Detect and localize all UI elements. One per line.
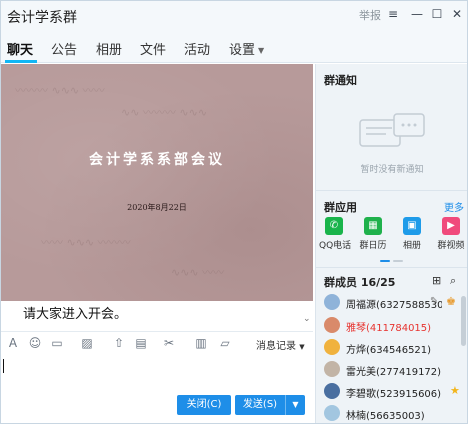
edit-icon[interactable]: ✎ bbox=[430, 296, 438, 307]
members-title: 群成员 16/25 bbox=[324, 276, 396, 289]
member-list-scrollbar[interactable] bbox=[461, 296, 466, 346]
close-icon[interactable]: ✕ bbox=[449, 6, 465, 22]
app-label: 群视频 bbox=[437, 241, 465, 251]
calligraphy-texture: ∿∿∿ 〰〰 bbox=[171, 266, 225, 279]
avatar bbox=[324, 294, 340, 310]
tab-chat[interactable]: 聊天 bbox=[7, 39, 33, 58]
page-indicator[interactable] bbox=[393, 260, 403, 262]
message-history-button[interactable]: 消息记录 ▼ bbox=[256, 337, 305, 352]
member-row[interactable]: 李碧歌(523915606) ★ bbox=[324, 383, 464, 403]
text-cursor bbox=[3, 359, 4, 373]
owner-icon: ♚ bbox=[446, 295, 456, 308]
emoji-icon[interactable]: ☺ bbox=[27, 335, 43, 351]
maximize-icon[interactable]: ☐ bbox=[429, 6, 445, 22]
active-tab-indicator bbox=[5, 60, 37, 63]
banner-title: 会计学系系部会议 bbox=[89, 152, 225, 168]
title-bar: 会计学系群 举报 ≡ — ☐ ✕ bbox=[1, 1, 467, 29]
group-chat-window: 会计学系群 举报 ≡ — ☐ ✕ 聊天 公告 相册 文件 活动 设置 ▼ 〰〰〰 … bbox=[0, 0, 468, 424]
archive-icon[interactable]: ▥ bbox=[193, 335, 209, 351]
message-history-label: 消息记录 bbox=[256, 341, 296, 352]
member-row[interactable]: 林楠(56635003) bbox=[324, 405, 464, 423]
member-name: 李碧歌(523915606) bbox=[346, 389, 442, 400]
chat-message: 请大家进入开会。 bbox=[23, 307, 128, 322]
member-row[interactable]: 雷光美(277419172) bbox=[324, 361, 464, 381]
minimize-icon[interactable]: — bbox=[409, 6, 425, 22]
gif-icon[interactable]: ▭ bbox=[49, 335, 65, 351]
avatar bbox=[324, 361, 340, 377]
app-label: QQ电话 bbox=[319, 241, 352, 251]
video-icon: ▶ bbox=[442, 217, 460, 235]
tab-settings[interactable]: 设置 ▼ bbox=[229, 39, 264, 58]
member-row[interactable]: 周福源(6327588530 ✎ ♚ bbox=[324, 294, 464, 314]
menu-icon[interactable]: ≡ bbox=[385, 6, 401, 22]
tab-activity[interactable]: 活动 bbox=[184, 39, 210, 58]
avatar bbox=[324, 317, 340, 333]
member-name: 林楠(56635003) bbox=[346, 411, 425, 422]
font-icon[interactable]: A bbox=[5, 335, 21, 351]
member-row[interactable]: 雅琴(411784015) bbox=[324, 317, 464, 337]
app-label: 相册 bbox=[402, 241, 421, 251]
search-icon[interactable]: ⌕ bbox=[450, 274, 456, 288]
banner-date: 2020年8月22日 bbox=[127, 203, 187, 212]
app-video[interactable]: ▶ 群视频 bbox=[436, 217, 466, 251]
more-apps-link[interactable]: 更多 bbox=[444, 199, 464, 214]
more-tools-icon[interactable]: ▱ bbox=[217, 335, 233, 351]
app-label: 群日历 bbox=[359, 241, 387, 251]
group-notice-title: 群通知 bbox=[324, 74, 357, 87]
close-button[interactable]: 关闭(C) bbox=[177, 395, 231, 415]
calligraphy-texture: 〰〰〰 ∿∿∿ 〰〰 bbox=[15, 84, 105, 97]
app-calendar[interactable]: ▦ 群日历 bbox=[358, 217, 388, 251]
tab-files[interactable]: 文件 bbox=[140, 39, 166, 58]
star-icon: ★ bbox=[450, 384, 460, 397]
chevron-down-icon: ▼ bbox=[292, 400, 299, 409]
tab-album[interactable]: 相册 bbox=[96, 39, 122, 58]
tab-notice[interactable]: 公告 bbox=[51, 39, 77, 58]
divider bbox=[316, 190, 467, 191]
page-indicator-active[interactable] bbox=[380, 260, 390, 262]
empty-notice-illustration bbox=[359, 113, 425, 147]
meeting-notice-image[interactable]: 〰〰〰 ∿∿∿ 〰〰 ∿∿ 〰〰〰 ∿∿∿ 〰〰 ∿∿∿ 〰〰〰 ∿∿∿ 〰〰 … bbox=[1, 64, 313, 301]
avatar bbox=[324, 383, 340, 399]
avatar bbox=[324, 405, 340, 421]
member-name: 周福源(6327588530 bbox=[346, 300, 442, 311]
photo-icon: ▣ bbox=[403, 217, 421, 235]
tab-bar: 聊天 公告 相册 文件 活动 设置 ▼ bbox=[1, 29, 467, 63]
app-qq-call[interactable]: ✆ QQ电话 bbox=[319, 217, 352, 251]
upload-icon[interactable]: ⇧ bbox=[111, 335, 127, 351]
image-icon[interactable]: ▨ bbox=[79, 335, 95, 351]
member-row[interactable]: 方烨(634546521) bbox=[324, 339, 464, 359]
group-apps-title: 群应用 bbox=[324, 201, 357, 214]
member-name: 雷光美(277419172) bbox=[346, 367, 442, 378]
message-input[interactable] bbox=[1, 355, 313, 395]
group-side-panel: 群通知 暂时没有新通知 群应用 更多 ✆ QQ电话 ▦ 群日历 ▣ 相册 ▶ 群… bbox=[315, 64, 467, 423]
add-member-icon[interactable]: ⊞ bbox=[432, 274, 441, 287]
member-name: 方烨(634546521) bbox=[346, 345, 432, 356]
input-toolbar: A ☺ ▭ ▨ ⇧ ▤ ✂ ▥ ▱ 消息记录 ▼ bbox=[1, 331, 313, 355]
calendar-icon: ▦ bbox=[364, 217, 382, 235]
app-album[interactable]: ▣ 相册 bbox=[397, 217, 427, 251]
chevron-down-icon: ▼ bbox=[299, 343, 305, 351]
scissors-icon[interactable]: ✂ bbox=[161, 335, 177, 351]
gift-icon[interactable]: ▤ bbox=[133, 335, 149, 351]
window-title: 会计学系群 bbox=[7, 10, 77, 26]
collapse-icon[interactable]: ⌄ bbox=[303, 314, 311, 324]
tab-settings-label: 设置 bbox=[229, 43, 256, 58]
divider bbox=[316, 267, 467, 268]
notice-empty-text: 暂时没有新通知 bbox=[360, 165, 424, 175]
calligraphy-texture: ∿∿ 〰〰〰 ∿∿∿ bbox=[121, 106, 208, 119]
calligraphy-texture: 〰〰 ∿∿∿ 〰〰〰 bbox=[41, 236, 131, 249]
avatar bbox=[324, 339, 340, 355]
send-button[interactable]: 发送(S) bbox=[235, 395, 285, 415]
member-name: 雅琴(411784015) bbox=[346, 323, 432, 334]
send-options-button[interactable]: ▼ bbox=[285, 395, 305, 415]
phone-icon: ✆ bbox=[325, 217, 343, 235]
chevron-down-icon: ▼ bbox=[258, 46, 265, 55]
report-link[interactable]: 举报 bbox=[359, 7, 381, 23]
